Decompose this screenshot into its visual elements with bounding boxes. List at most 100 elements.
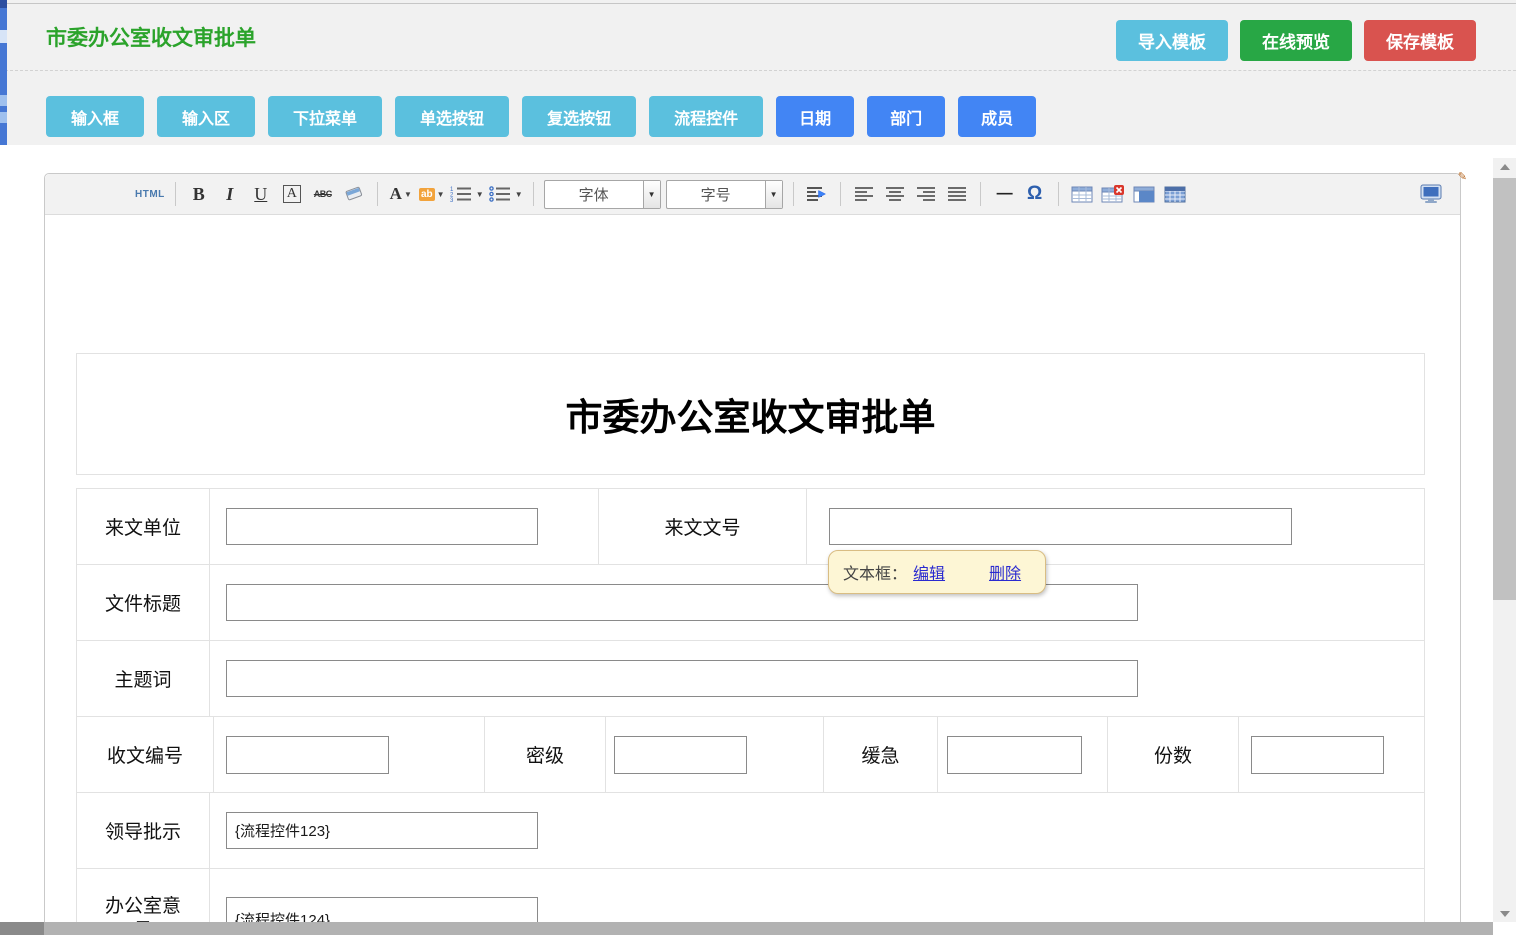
insert-textarea-button[interactable]: 输入区	[157, 96, 255, 137]
align-center-icon[interactable]	[882, 181, 908, 207]
delete-table-icon[interactable]	[1100, 181, 1126, 207]
dropdown-arrow-icon: ▼	[437, 190, 445, 199]
toolbar-separator	[175, 182, 176, 206]
laiwen-danwei-input[interactable]	[226, 508, 538, 545]
underline-icon[interactable]: U	[248, 181, 274, 207]
bottom-scrollbar-thumb[interactable]	[0, 922, 44, 935]
cell	[210, 565, 1424, 640]
label-laiwen-danwei: 来文单位	[77, 489, 210, 564]
align-left-icon[interactable]	[851, 181, 877, 207]
special-char-icon[interactable]: Ω	[1022, 181, 1048, 207]
tooltip-delete-link[interactable]: 删除	[989, 560, 1021, 584]
cell	[938, 717, 1108, 792]
lingdao-pishi-input[interactable]	[226, 812, 538, 849]
dropdown-arrow-icon[interactable]: ▼	[643, 181, 660, 208]
document-title: 市委办公室收文审批单	[566, 387, 936, 441]
font-family-select[interactable]: 字体 ▼	[544, 180, 661, 209]
insert-input-button[interactable]: 输入框	[46, 96, 144, 137]
eraser-icon[interactable]	[341, 181, 367, 207]
cell	[606, 717, 824, 792]
svg-text:3: 3	[450, 198, 454, 202]
form-table: 来文单位 来文文号 文件标题 主题词	[76, 488, 1425, 934]
cell	[210, 641, 1424, 716]
toolbar-separator	[533, 182, 534, 206]
italic-icon[interactable]: I	[217, 181, 243, 207]
font-style-box-icon[interactable]: A	[279, 181, 305, 207]
up-arrow-icon	[1500, 164, 1510, 170]
align-right-icon[interactable]	[913, 181, 939, 207]
table-grid-icon[interactable]	[1162, 181, 1188, 207]
page-title: 市委办公室收文审批单	[46, 22, 256, 52]
bottom-scrollbar[interactable]	[0, 922, 1493, 935]
font-color-icon[interactable]: A▼	[388, 181, 414, 207]
cell	[210, 793, 1424, 868]
scrollbar-thumb[interactable]	[1493, 178, 1516, 600]
unordered-list-icon[interactable]: ▼	[489, 181, 523, 207]
dropdown-arrow-icon: ▼	[515, 190, 523, 199]
insert-department-button[interactable]: 部门	[867, 96, 945, 137]
ordered-list-icon[interactable]: 123 ▼	[450, 181, 484, 207]
tooltip-label: 文本框：	[843, 560, 907, 584]
strikethrough-icon[interactable]: ABC	[310, 181, 336, 207]
dropdown-arrow-icon: ▼	[476, 190, 484, 199]
fullscreen-icon[interactable]	[1418, 181, 1444, 207]
tooltip-edit-link[interactable]: 编辑	[913, 560, 945, 584]
miji-input[interactable]	[614, 736, 747, 774]
laiwen-wenhao-input[interactable]	[829, 508, 1292, 545]
scroll-down-button[interactable]	[1493, 905, 1516, 922]
shouwen-bianhao-input[interactable]	[226, 736, 389, 774]
scroll-up-button[interactable]	[1493, 158, 1516, 175]
down-arrow-icon	[1500, 911, 1510, 917]
table-row: 主题词	[77, 641, 1424, 717]
cell	[214, 717, 485, 792]
font-size-select[interactable]: 字号 ▼	[666, 180, 783, 209]
table-row: 文件标题	[77, 565, 1424, 641]
toolbar-separator	[980, 182, 981, 206]
editor-content[interactable]: 市委办公室收文审批单 来文单位 来文文号 文件标题	[45, 215, 1460, 934]
label-fenshu: 份数	[1108, 717, 1239, 792]
label-wenjian-biaoti: 文件标题	[77, 565, 210, 640]
vertical-scrollbar[interactable]	[1493, 158, 1516, 922]
table-row: 来文单位 来文文号	[77, 489, 1424, 565]
save-template-button[interactable]: 保存模板	[1364, 20, 1476, 61]
insert-date-button[interactable]: 日期	[776, 96, 854, 137]
window-edge-strip	[0, 0, 7, 145]
toolbar-separator	[793, 182, 794, 206]
pencil-icon: ✎	[1458, 170, 1467, 183]
toolbar-separator	[1058, 182, 1059, 206]
indent-icon[interactable]	[804, 181, 830, 207]
highlight-color-icon[interactable]: ab✎▼	[419, 181, 445, 207]
label-huanji: 缓急	[824, 717, 938, 792]
online-preview-button[interactable]: 在线预览	[1240, 20, 1352, 61]
insert-member-button[interactable]: 成员	[958, 96, 1036, 137]
table-row: 收文编号 密级 缓急 份数	[77, 717, 1424, 793]
align-justify-icon[interactable]	[944, 181, 970, 207]
fenshu-input[interactable]	[1251, 736, 1384, 774]
cell	[210, 489, 599, 564]
page-header: 市委办公室收文审批单 导入模板 在线预览 保存模板 输入框 输入区 下拉菜单 单…	[0, 0, 1516, 145]
dropdown-arrow-icon[interactable]: ▼	[765, 181, 782, 208]
richtext-editor: HTML B I U A ABC A▼ ab✎▼ 123	[44, 173, 1461, 935]
huanji-input[interactable]	[947, 736, 1082, 774]
insert-flow-control-button[interactable]: 流程控件	[649, 96, 763, 137]
label-lingdao-pishi: 领导批示	[77, 793, 210, 868]
label-zhutici: 主题词	[77, 641, 210, 716]
insert-table-icon[interactable]	[1069, 181, 1095, 207]
html-source-icon[interactable]: HTML	[135, 181, 165, 207]
bold-icon[interactable]: B	[186, 181, 212, 207]
table-select-icon[interactable]	[1131, 181, 1157, 207]
insert-dropdown-button[interactable]: 下拉菜单	[268, 96, 382, 137]
horizontal-rule-icon[interactable]: —	[991, 181, 1017, 207]
cell	[1239, 717, 1424, 792]
insert-checkbox-button[interactable]: 复选按钮	[522, 96, 636, 137]
component-button-row: 输入框 输入区 下拉菜单 单选按钮 复选按钮 流程控件 日期 部门 成员	[46, 96, 1036, 137]
import-template-button[interactable]: 导入模板	[1116, 20, 1228, 61]
toolbar-separator	[840, 182, 841, 206]
label-shouwen-bianhao: 收文编号	[77, 717, 214, 792]
insert-radio-button[interactable]: 单选按钮	[395, 96, 509, 137]
toolbar-separator	[377, 182, 378, 206]
dropdown-arrow-icon: ▼	[404, 190, 412, 199]
page: { "header": { "title": "市委办公室收文审批单", "ac…	[0, 0, 1516, 935]
zhutici-input[interactable]	[226, 660, 1138, 697]
table-row: 领导批示	[77, 793, 1424, 869]
